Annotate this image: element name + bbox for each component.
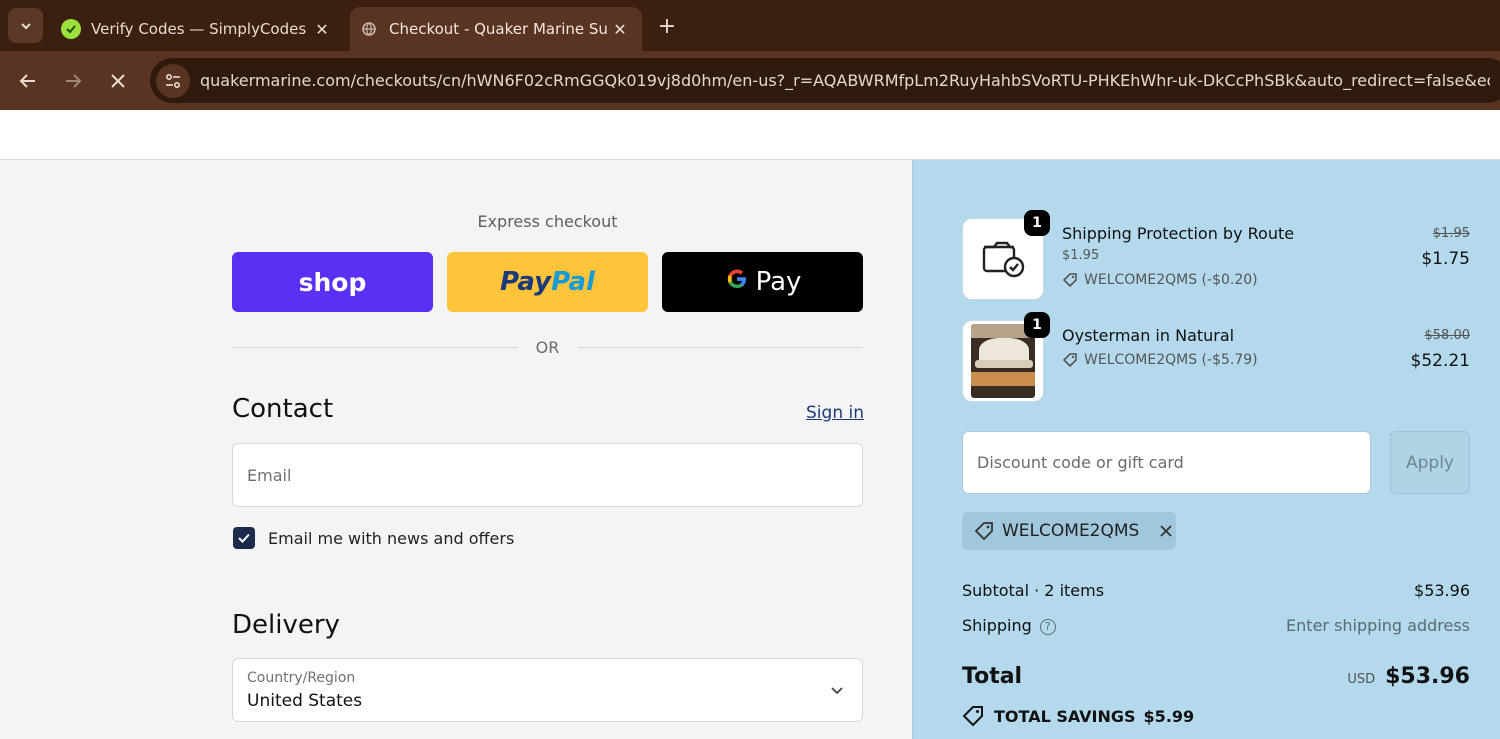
country-caption: Country/Region bbox=[247, 670, 356, 686]
tab-title: Verify Codes — SimplyCodes bbox=[91, 20, 307, 38]
paypal-logo-pal: Pal bbox=[551, 267, 595, 297]
browser-tab-checkout[interactable]: Checkout - Quaker Marine Supply Co. ✕ bbox=[350, 7, 642, 51]
item-price: $52.21 bbox=[1410, 351, 1470, 371]
shipping-row: Shipping? Enter shipping address bbox=[962, 616, 1470, 635]
chevron-down-icon bbox=[20, 22, 31, 29]
page-header bbox=[0, 110, 1500, 160]
apply-button[interactable]: Apply bbox=[1390, 431, 1470, 494]
google-g-icon bbox=[724, 266, 750, 299]
item-unit-price: $1.95 bbox=[1062, 248, 1100, 263]
package-check-icon bbox=[982, 241, 1025, 278]
tab-search-button[interactable] bbox=[8, 8, 43, 43]
tab-title: Checkout - Quaker Marine Supply Co. bbox=[389, 20, 608, 38]
delivery-heading: Delivery bbox=[232, 610, 340, 640]
checkout-main: Express checkout shop Pay Pal Pay OR Cont… bbox=[0, 160, 912, 739]
subtotal-label: Subtotal · 2 items bbox=[962, 581, 1105, 600]
email-field[interactable] bbox=[233, 444, 862, 506]
line-item: 1 Oysterman in Natural WELCOME2QMS (-$5.… bbox=[962, 312, 1471, 402]
paypal-logo-pay: Pay bbox=[500, 267, 552, 297]
stop-loading-button[interactable] bbox=[102, 65, 134, 97]
close-tab-icon[interactable]: ✕ bbox=[608, 17, 632, 41]
simplycodes-icon bbox=[61, 19, 81, 39]
close-icon bbox=[1160, 525, 1172, 537]
quantity-badge: 1 bbox=[1024, 312, 1050, 338]
shipping-value: Enter shipping address bbox=[1286, 616, 1470, 635]
google-pay-button[interactable]: Pay bbox=[662, 252, 863, 312]
tag-icon bbox=[1062, 273, 1077, 288]
arrow-left-icon bbox=[19, 74, 35, 88]
tag-icon bbox=[962, 706, 983, 727]
browser-tab-simplycodes[interactable]: Verify Codes — SimplyCodes ✕ bbox=[52, 7, 344, 51]
address-bar[interactable]: quakermarine.com/checkouts/cn/hWN6F02cRm… bbox=[150, 58, 1500, 103]
shop-pay-button[interactable]: shop bbox=[232, 252, 433, 312]
discount-field-wrapper bbox=[962, 431, 1371, 494]
email-offers-checkbox[interactable] bbox=[233, 527, 255, 549]
total-amount: USD $53.96 bbox=[1347, 664, 1470, 689]
google-pay-label: Pay bbox=[755, 267, 802, 297]
divider-line bbox=[578, 347, 863, 348]
new-tab-button[interactable]: + bbox=[654, 13, 680, 39]
quantity-badge: 1 bbox=[1024, 210, 1050, 236]
email-offers-label[interactable]: Email me with news and offers bbox=[268, 529, 514, 548]
total-savings: TOTAL SAVINGS $5.99 bbox=[962, 705, 1194, 727]
item-name: Oysterman in Natural bbox=[1062, 326, 1235, 345]
total-row: Total USD $53.96 bbox=[962, 664, 1470, 689]
arrow-right-icon bbox=[66, 74, 82, 88]
total-value: $53.96 bbox=[1385, 664, 1470, 689]
shop-pay-logo: shop bbox=[298, 267, 367, 297]
url-text[interactable]: quakermarine.com/checkouts/cn/hWN6F02cRm… bbox=[200, 71, 1490, 90]
address-toolbar: quakermarine.com/checkouts/cn/hWN6F02cRm… bbox=[0, 51, 1500, 110]
subtotal-row: Subtotal · 2 items $53.96 bbox=[962, 581, 1470, 600]
discount-code-input[interactable] bbox=[963, 432, 1370, 493]
site-settings-button[interactable] bbox=[156, 63, 190, 98]
globe-icon bbox=[359, 19, 379, 39]
item-name: Shipping Protection by Route bbox=[1062, 224, 1295, 243]
remove-discount-button[interactable] bbox=[1157, 522, 1175, 540]
chevron-down-icon bbox=[828, 681, 846, 699]
country-value: United States bbox=[247, 691, 363, 711]
back-button[interactable] bbox=[12, 65, 44, 97]
sign-in-link[interactable]: Sign in bbox=[800, 403, 864, 423]
applied-discount-chip: WELCOME2QMS bbox=[962, 512, 1176, 550]
subtotal-value: $53.96 bbox=[1414, 581, 1470, 600]
paypal-button[interactable]: Pay Pal bbox=[447, 252, 648, 312]
applied-discount-code: WELCOME2QMS bbox=[1002, 521, 1140, 541]
tag-icon bbox=[974, 522, 993, 541]
close-icon bbox=[111, 74, 125, 88]
browser-tab-bar: Verify Codes — SimplyCodes ✕ Checkout - … bbox=[0, 0, 1500, 51]
close-tab-icon[interactable]: ✕ bbox=[310, 17, 334, 41]
line-item: 1 Shipping Protection by Route $1.95 WEL… bbox=[962, 210, 1470, 300]
total-label: Total bbox=[962, 664, 1023, 689]
email-field-wrapper bbox=[232, 443, 863, 507]
order-summary: 1 Shipping Protection by Route $1.95 WEL… bbox=[912, 160, 1500, 739]
item-discount-text: WELCOME2QMS (-$5.79) bbox=[1084, 352, 1258, 368]
item-original-price: $1.95 bbox=[1432, 226, 1470, 241]
tune-icon bbox=[165, 73, 181, 88]
item-original-price: $58.00 bbox=[1424, 328, 1471, 343]
tag-icon bbox=[1062, 353, 1077, 368]
or-divider: OR bbox=[232, 338, 863, 358]
item-discount: WELCOME2QMS (-$0.20) bbox=[1062, 272, 1258, 288]
savings-label: TOTAL SAVINGS bbox=[994, 706, 1136, 726]
checkmark-icon bbox=[238, 533, 250, 543]
currency-code: USD bbox=[1347, 672, 1376, 687]
country-select[interactable]: Country/Region United States bbox=[232, 658, 863, 722]
item-discount-text: WELCOME2QMS (-$0.20) bbox=[1084, 272, 1258, 288]
item-price: $1.75 bbox=[1421, 249, 1470, 269]
forward-button[interactable] bbox=[57, 65, 89, 97]
help-icon[interactable]: ? bbox=[1039, 618, 1056, 635]
savings-value: $5.99 bbox=[1143, 706, 1195, 726]
item-discount: WELCOME2QMS (-$5.79) bbox=[1062, 352, 1258, 368]
contact-heading: Contact bbox=[232, 394, 334, 424]
express-checkout-title: Express checkout bbox=[477, 212, 618, 231]
shipping-label: Shipping bbox=[962, 616, 1032, 635]
